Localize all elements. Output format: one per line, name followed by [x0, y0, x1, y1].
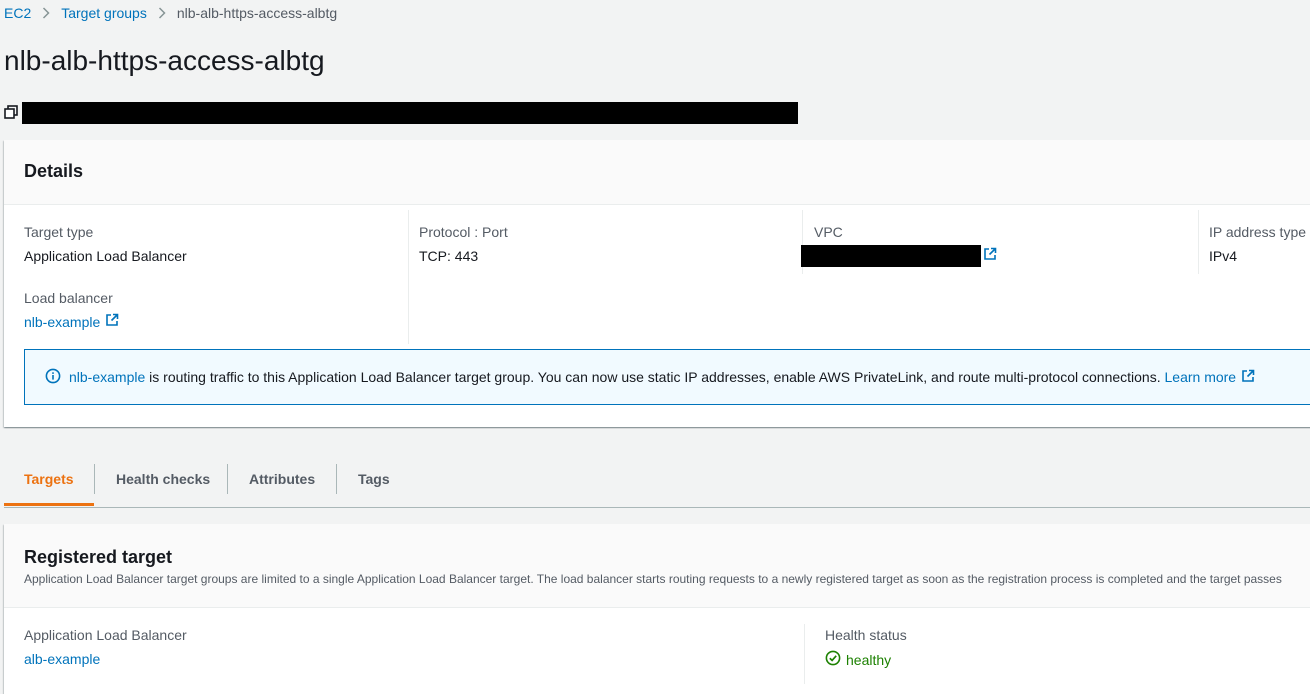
tab-bar: Targets Health checks Attributes Tags — [4, 452, 1310, 508]
external-link-icon[interactable] — [105, 313, 119, 331]
page-title: nlb-alb-https-access-albtg — [4, 45, 325, 76]
check-circle-icon — [825, 650, 841, 670]
load-balancer-label: Load balancer — [24, 290, 113, 306]
external-link-icon[interactable] — [983, 247, 997, 265]
registered-target-header: Registered target Application Load Balan… — [4, 524, 1310, 608]
health-status-value: healthy — [825, 650, 891, 670]
chevron-right-icon — [158, 7, 166, 19]
details-panel: Details Target type Application Load Bal… — [4, 140, 1310, 427]
breadcrumb-current: nlb-alb-https-access-albtg — [176, 5, 338, 21]
ip-address-type-value: IPv4 — [1209, 248, 1238, 264]
tab-tags[interactable]: Tags — [358, 464, 390, 494]
copy-icon[interactable] — [4, 104, 18, 122]
protocol-port-label: Protocol : Port — [419, 224, 508, 240]
tab-health-checks[interactable]: Health checks — [116, 464, 210, 494]
vpc-label: VPC — [814, 224, 843, 240]
alb-link[interactable]: alb-example — [24, 651, 100, 667]
details-header: Details — [4, 140, 1310, 205]
alb-value: alb-example — [24, 650, 100, 668]
tab-divider — [336, 464, 337, 494]
redacted-vpc-id — [801, 245, 981, 267]
breadcrumb-target-groups-link[interactable]: Target groups — [61, 5, 147, 21]
registered-target-description: Application Load Balancer target groups … — [24, 572, 1282, 586]
protocol-port-value: TCP: 443 — [419, 248, 479, 264]
column-divider — [1198, 210, 1199, 274]
redacted-arn — [22, 102, 798, 124]
load-balancer-value: nlb-example — [24, 313, 119, 331]
registered-target-panel: Registered target Application Load Balan… — [4, 524, 1310, 694]
target-type-value: Application Load Balancer — [24, 248, 187, 264]
details-title: Details — [24, 161, 84, 181]
info-icon — [45, 368, 61, 387]
column-divider — [408, 210, 409, 344]
column-divider — [804, 624, 805, 684]
info-alert-nlb-link[interactable]: nlb-example — [69, 369, 145, 385]
info-alert: nlb-example is routing traffic to this A… — [24, 349, 1310, 405]
vpc-value — [801, 245, 997, 267]
learn-more-link[interactable]: Learn more — [1165, 369, 1237, 385]
tab-divider — [227, 464, 228, 494]
tab-attributes[interactable]: Attributes — [249, 464, 315, 494]
health-status-text: healthy — [846, 652, 892, 668]
registered-target-title: Registered target — [24, 547, 173, 567]
tab-targets[interactable]: Targets — [24, 464, 74, 494]
breadcrumb-ec2-link[interactable]: EC2 — [4, 5, 31, 21]
chevron-right-icon — [42, 7, 50, 19]
ip-address-type-label: IP address type — [1209, 224, 1307, 240]
alb-label: Application Load Balancer — [24, 627, 187, 643]
breadcrumb: EC2 Target groups nlb-alb-https-access-a… — [4, 4, 337, 22]
active-tab-indicator — [4, 503, 94, 506]
arn-row — [4, 102, 798, 124]
health-status-label: Health status — [825, 627, 907, 643]
external-link-icon[interactable] — [1241, 369, 1255, 386]
target-type-label: Target type — [24, 224, 94, 240]
info-alert-message: is routing traffic to this Application L… — [145, 369, 1165, 385]
tab-divider — [94, 464, 95, 494]
load-balancer-link[interactable]: nlb-example — [24, 313, 100, 331]
